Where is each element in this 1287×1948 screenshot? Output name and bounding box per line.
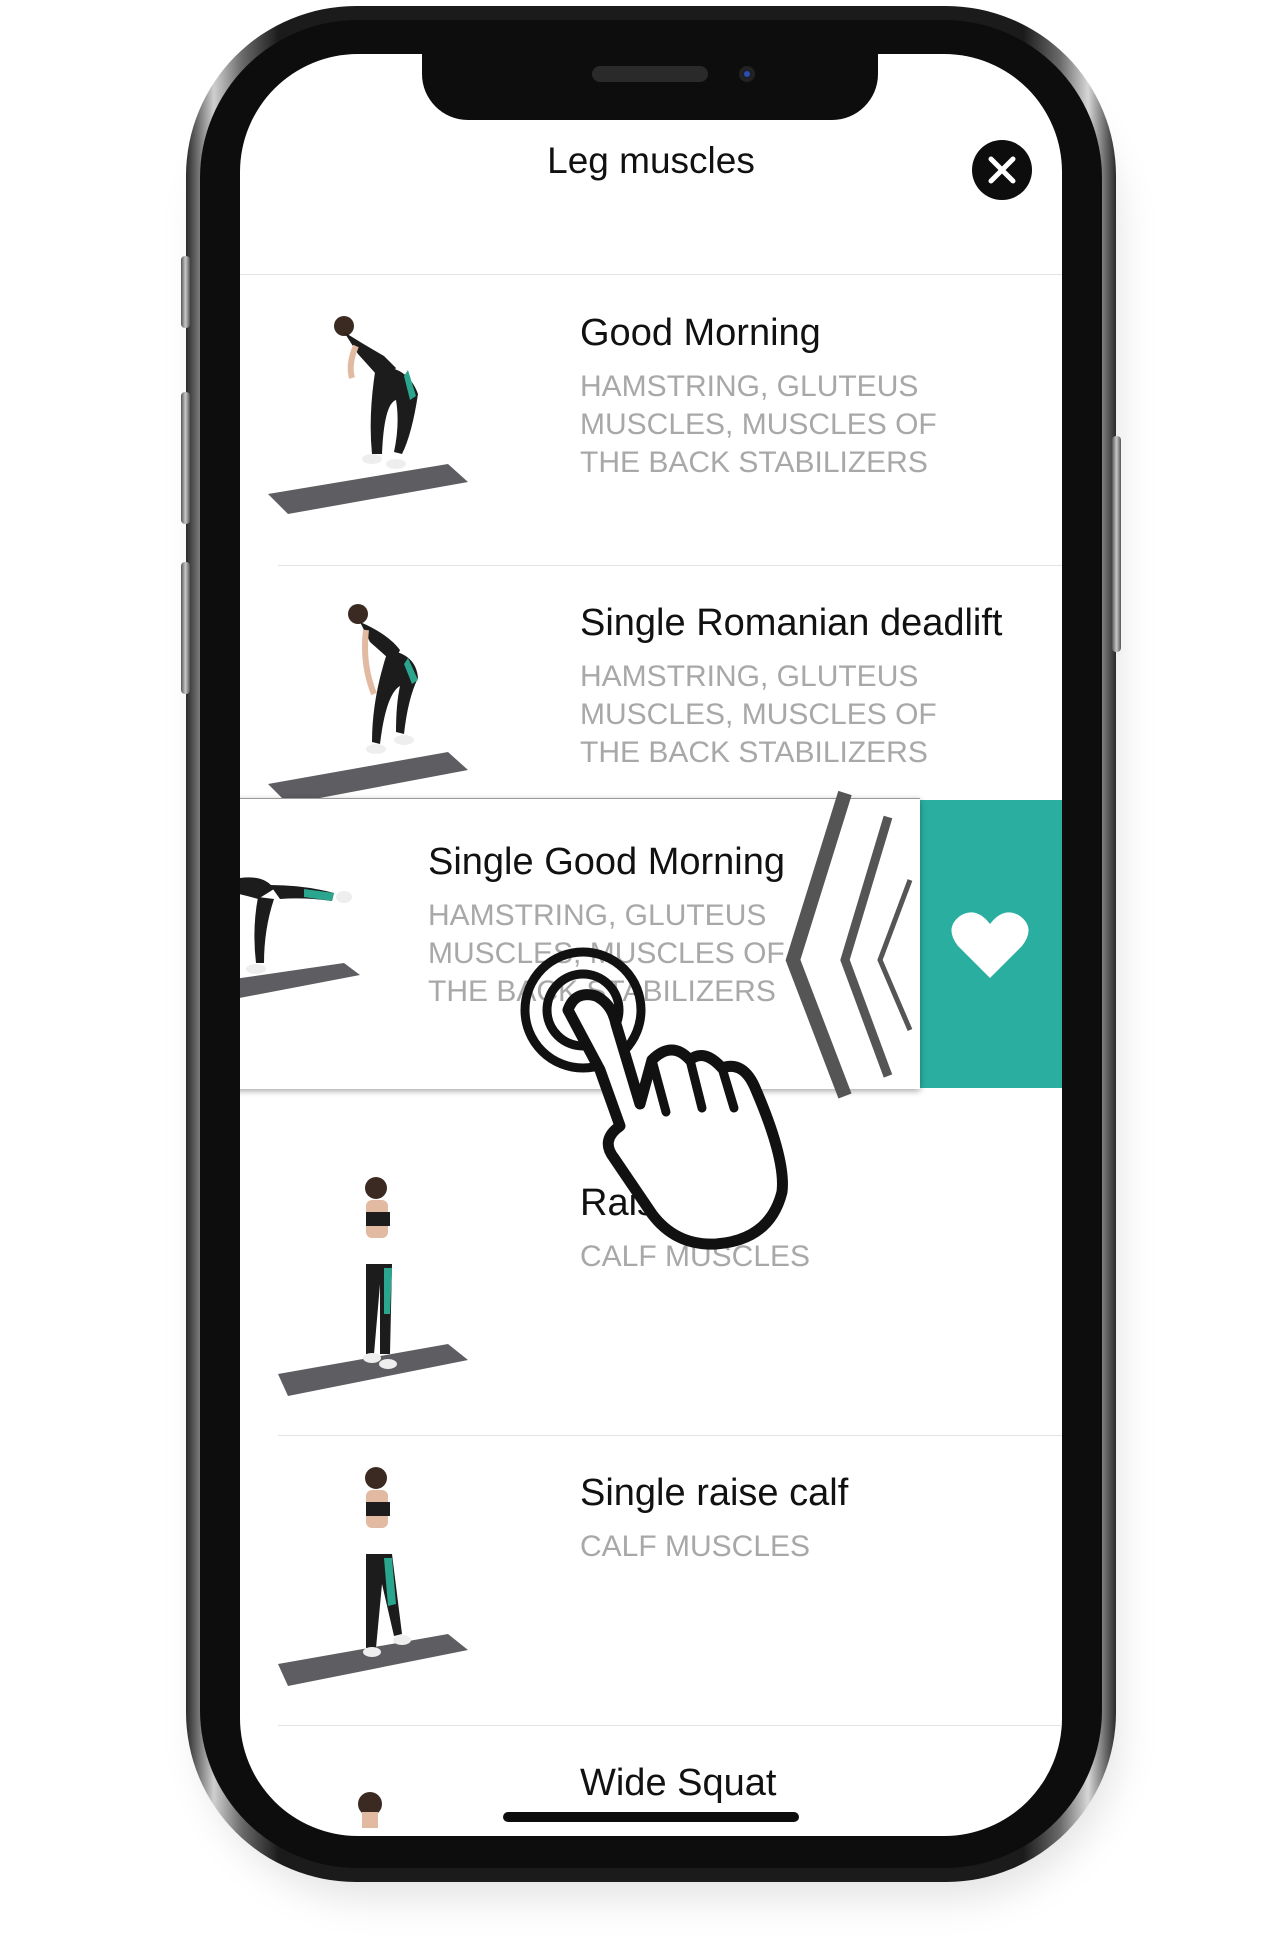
close-icon [988, 156, 1016, 184]
exercise-thumbnail [278, 1177, 468, 1396]
exercise-name: Single Romanian deadlift [580, 602, 1003, 644]
exercise-thumbnail [278, 1467, 468, 1686]
exercise-thumbnail [268, 316, 468, 514]
list-item[interactable]: Single raise calf CALF MUSCLES [240, 1436, 1062, 1726]
exercise-muscles: HAMSTRING, GLUTEUS MUSCLES, MUSCLES OF T… [580, 660, 937, 769]
heart-icon [951, 912, 1029, 978]
exercise-muscles: CALF MUSCLES [580, 1530, 811, 1563]
swiped-list-item[interactable]: Single Good Morning HAMSTRING, GLUTEUS M… [240, 798, 1062, 1089]
volume-down-button [181, 562, 190, 694]
device-mockup: Leg muscles Good Morning HAMSTRING, GLUT… [0, 0, 1287, 1948]
volume-up-button [181, 392, 190, 524]
exercise-name: Single Good Morning [428, 841, 785, 883]
close-button[interactable] [972, 140, 1032, 200]
exercise-name: Single raise calf [580, 1472, 849, 1514]
speaker-grille [592, 66, 708, 82]
favorite-action-button[interactable] [918, 800, 1062, 1088]
exercise-thumbnail [358, 1792, 382, 1828]
exercise-name: Wide Squat [580, 1762, 777, 1804]
notch [422, 54, 878, 120]
exercise-name: Raise calfs [580, 1182, 766, 1224]
home-indicator [503, 1812, 799, 1822]
exercise-name: Good Morning [580, 312, 821, 354]
front-camera-icon [739, 66, 755, 82]
exercise-muscles: HAMSTRING, GLUTEUS MUSCLES, MUSCLES OF T… [580, 370, 937, 479]
list-item[interactable]: Single Good Morning HAMSTRING, GLUTEUS M… [240, 798, 920, 1089]
exercise-thumbnail [240, 877, 360, 998]
list-item[interactable]: Good Morning HAMSTRING, GLUTEUS MUSCLES,… [240, 276, 1062, 566]
page-title: Leg muscles [547, 140, 755, 181]
exercise-muscles: CALF MUSCLES [580, 1240, 811, 1273]
list-item[interactable]: Raise calfs CALF MUSCLES [240, 1146, 1062, 1436]
app-screen: Leg muscles Good Morning HAMSTRING, GLUT… [240, 54, 1062, 1836]
power-button [1112, 436, 1121, 652]
exercise-muscles: HAMSTRING, GLUTEUS MUSCLES, MUSCLES OF T… [428, 899, 785, 1008]
mute-switch [181, 256, 190, 328]
